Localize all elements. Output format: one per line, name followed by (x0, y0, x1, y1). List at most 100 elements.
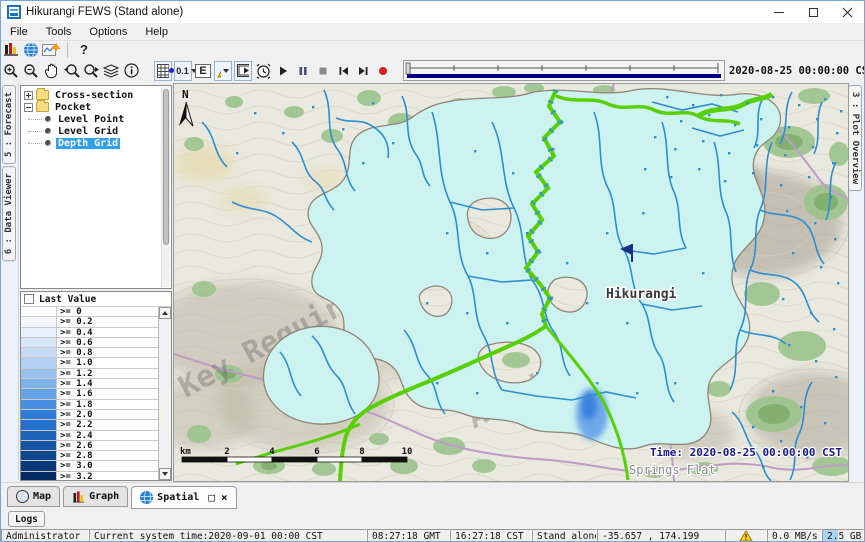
spatial-map-view[interactable]: API Key Required API Key Required (173, 83, 849, 482)
tree-node-level-point[interactable]: Level Point (24, 113, 171, 125)
legend-row[interactable]: >= 1.6 (21, 389, 158, 399)
minimize-icon (774, 12, 784, 13)
legend-row-label: >= 2.2 (57, 420, 158, 429)
tree-node-depth-grid[interactable]: Depth Grid (24, 137, 171, 149)
legend-row[interactable]: >= 0.8 (21, 348, 158, 358)
scroll-down-button[interactable] (159, 468, 171, 480)
grid-icon (157, 64, 169, 78)
legend-row[interactable]: >= 0.4 (21, 328, 158, 338)
pan-button[interactable] (42, 61, 60, 81)
zoom-previous-button[interactable] (62, 61, 80, 81)
map-display-button[interactable] (22, 40, 40, 60)
tree-node-label[interactable]: Level Point (56, 114, 126, 125)
play-icon (277, 65, 289, 77)
tree-node-label[interactable]: Level Grid (56, 126, 120, 137)
legend-row[interactable]: >= 0.6 (21, 338, 158, 348)
expand-icon[interactable] (24, 91, 33, 100)
legend-row[interactable]: >= 1.0 (21, 358, 158, 368)
legend-row[interactable]: >= 2.0 (21, 410, 158, 420)
clock-icon (255, 63, 272, 79)
legend-row[interactable]: >= 0.2 (21, 317, 158, 327)
legend-row[interactable]: >= 2.4 (21, 431, 158, 441)
tree-scrollbar[interactable] (161, 87, 170, 287)
legend-row[interactable]: >= 2.6 (21, 441, 158, 451)
legend-body: >= 0>= 0.2>= 0.4>= 0.6>= 0.8>= 1.0>= 1.2… (21, 307, 171, 480)
map-canvas[interactable]: API Key Required API Key Required (174, 84, 849, 482)
title-bar: Hikurangi FEWS (Stand alone) (1, 1, 864, 23)
time-slider[interactable] (403, 60, 725, 81)
status-warning-cell[interactable] (725, 529, 767, 542)
menu-tools[interactable]: Tools (37, 26, 81, 38)
tree-node-pocket[interactable]: Pocket (24, 101, 171, 113)
legend-scrollbar[interactable] (158, 307, 171, 480)
last-value-checkbox[interactable] (24, 294, 34, 304)
legend-row[interactable]: >= 0 (21, 307, 158, 317)
info-button[interactable] (122, 61, 140, 81)
globe-icon (140, 491, 153, 504)
menu-file[interactable]: File (1, 26, 37, 38)
legend-row[interactable]: >= 1.2 (21, 369, 158, 379)
legend-row[interactable]: >= 3.0 (21, 461, 158, 471)
zoom-out-button[interactable] (22, 61, 40, 81)
tab-spatial[interactable]: Spatial □ × (131, 486, 236, 509)
record-button[interactable] (374, 61, 392, 81)
globe-icon (23, 42, 39, 58)
tab-map[interactable]: Map (7, 486, 60, 507)
legend-row[interactable]: >= 1.4 (21, 379, 158, 389)
scroll-up-button[interactable] (159, 307, 171, 319)
tab-map-label: Map (33, 491, 51, 502)
tree-node-label[interactable]: Pocket (53, 102, 93, 113)
legend-row[interactable]: >= 2.8 (21, 451, 158, 461)
tree-node-label[interactable]: Cross-section (53, 90, 135, 101)
menu-help[interactable]: Help (136, 26, 177, 38)
zoom-next-button[interactable] (82, 61, 100, 81)
skip-to-end-button[interactable] (354, 61, 372, 81)
tree-node-label-selected[interactable]: Depth Grid (56, 138, 120, 149)
legend-swatch (21, 358, 57, 367)
timeseries-dialog-button[interactable] (42, 40, 60, 60)
pause-button[interactable] (294, 61, 312, 81)
zoom-in-button[interactable] (2, 61, 20, 81)
maximize-button[interactable] (796, 1, 830, 23)
collapse-icon[interactable] (24, 103, 33, 112)
animation-dialog-button[interactable] (234, 61, 252, 81)
skip-to-start-button[interactable] (334, 61, 352, 81)
folder-icon (36, 90, 49, 100)
tree-scrollbar-thumb[interactable] (163, 89, 169, 245)
help-button[interactable]: ? (75, 40, 93, 60)
database-button[interactable] (2, 40, 20, 60)
tree-node-cross-section[interactable]: Cross-section (24, 89, 171, 101)
legend-row[interactable]: >= 3.2 (21, 472, 158, 480)
dot-icon (169, 68, 174, 73)
tab-data-viewer[interactable]: 6 : Data Viewer (2, 166, 16, 261)
minimize-button[interactable] (762, 1, 796, 23)
tab-plot-overview[interactable]: 3 : Plot Overview (848, 85, 862, 191)
tree-node-level-grid[interactable]: Level Grid (24, 125, 171, 137)
close-icon (842, 7, 853, 18)
play-button[interactable] (274, 61, 292, 81)
close-button[interactable] (830, 1, 864, 23)
place-label: Springs Flat (629, 463, 716, 477)
tab-graph[interactable]: Graph (63, 486, 128, 507)
legend-row[interactable]: >= 1.8 (21, 400, 158, 410)
legend-row[interactable]: >= 2.2 (21, 420, 158, 430)
layer-tree: Cross-section Pocket Level Point Level G… (20, 85, 172, 289)
layer-bullet-icon (45, 128, 51, 134)
legend-row-label: >= 0.6 (57, 338, 158, 347)
legend-row-label: >= 3.2 (57, 472, 158, 480)
layers-button[interactable] (102, 61, 120, 81)
stop-button[interactable] (314, 61, 332, 81)
legend-row-label: >= 1.6 (57, 389, 158, 398)
menu-options[interactable]: Options (80, 26, 136, 38)
close-pane-icon[interactable]: × (221, 491, 228, 504)
element-label-button[interactable]: E (194, 61, 212, 81)
tab-forecast[interactable]: 5 : Forecast (2, 85, 16, 164)
warnings-dropdown[interactable] (214, 61, 232, 81)
time-settings-button[interactable] (254, 61, 272, 81)
skip-start-icon (337, 65, 350, 77)
logs-button[interactable]: Logs (8, 511, 45, 527)
contour-interval-dropdown[interactable]: 0.1 (174, 61, 192, 81)
chart-arrow-icon (42, 42, 60, 58)
restore-pane-icon[interactable]: □ (208, 491, 215, 504)
legend-swatch (21, 379, 57, 388)
